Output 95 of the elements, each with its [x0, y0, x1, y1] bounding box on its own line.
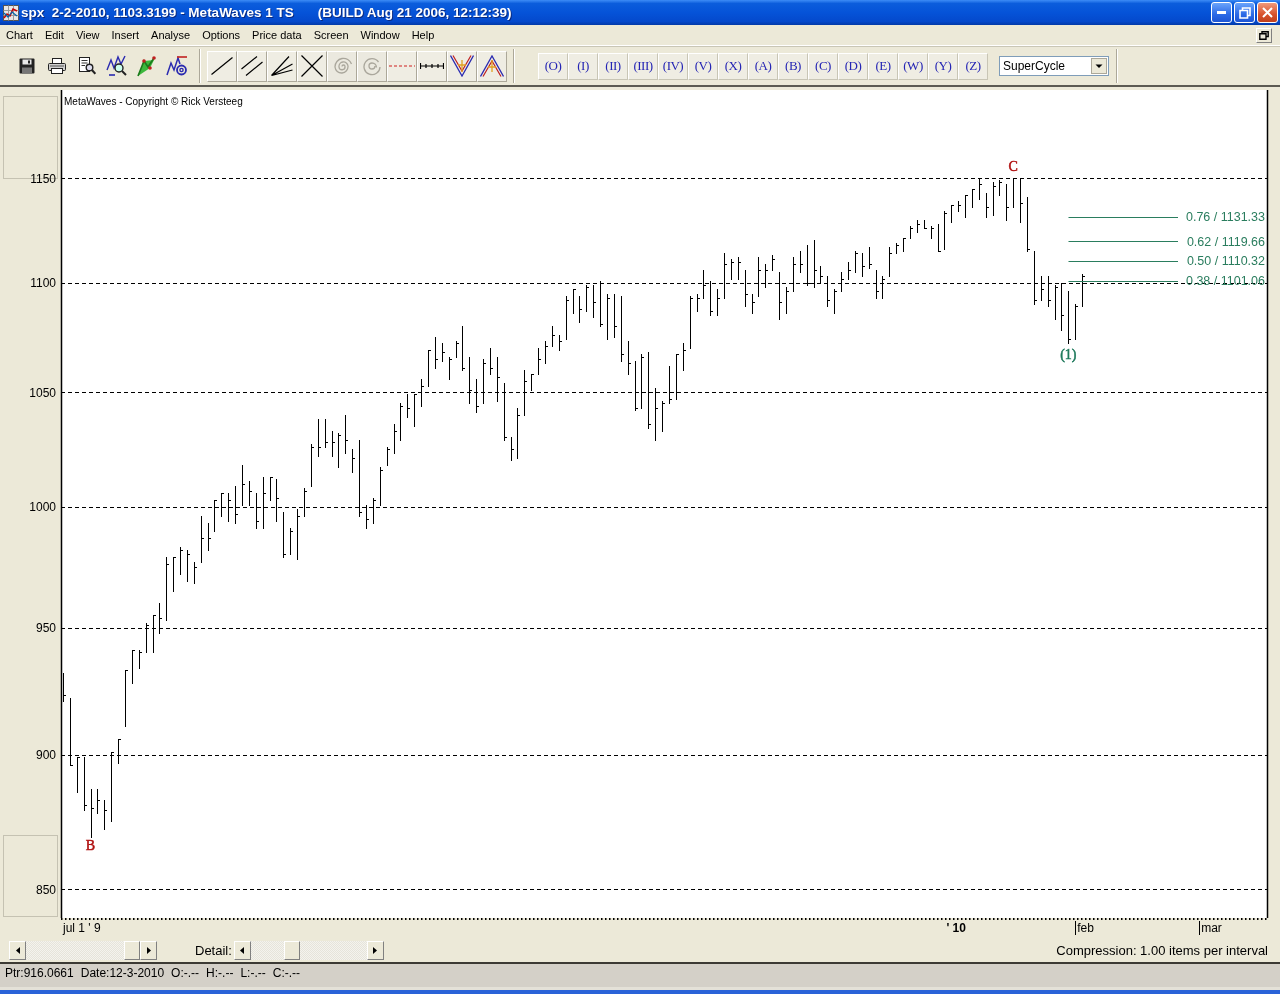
build-info: (BUILD Aug 21 2006, 12:12:39) [317, 5, 512, 20]
chart-points-icon [136, 55, 158, 77]
menu-item[interactable]: Help [405, 29, 441, 41]
status-text: H:-.-- [206, 966, 234, 980]
document-magnifier-icon [78, 57, 96, 75]
wave-label: C [1008, 159, 1018, 175]
y-axis-label: 1050 [29, 385, 56, 400]
wave-label-button[interactable]: (A) [748, 52, 778, 80]
minimize-icon [1217, 11, 1226, 14]
drawing-tool-button[interactable] [267, 50, 297, 82]
wave-label-button[interactable]: (C) [808, 52, 838, 80]
restore-icon [1238, 6, 1251, 19]
degree-dropdown[interactable]: SuperCycle [999, 56, 1109, 76]
menu-item[interactable]: Edit [38, 29, 70, 41]
x-axis-label: jul 1 ' 9 [63, 921, 101, 935]
wave-label-button[interactable]: (IV) [658, 52, 688, 80]
right-arrow-icon [373, 946, 378, 954]
right-arrow-icon [146, 946, 151, 954]
menu-item[interactable]: View [69, 29, 106, 41]
fibonacci-label: 0.50 / 1110.32 [1186, 254, 1265, 269]
wave-label-button[interactable]: (E) [868, 52, 898, 80]
v-lines-icon [450, 55, 474, 77]
wave-label-button[interactable]: (I) [568, 52, 598, 80]
x-axis-label: feb [1075, 920, 1094, 936]
wave-label-button[interactable]: (O) [538, 52, 568, 80]
menu-item[interactable]: Analyse [145, 29, 197, 41]
y-axis-label: 1100 [30, 276, 56, 291]
wave-label-button[interactable]: (B) [778, 52, 808, 80]
diagonal-line-icon [211, 57, 233, 75]
status-text: O:-.-- [171, 966, 200, 980]
dashed-line-icon [389, 65, 415, 67]
detail-label: Detail: [195, 942, 232, 958]
status-text: Ptr:916.0661 [5, 966, 74, 980]
restore-button[interactable] [1234, 2, 1255, 23]
menu-item[interactable]: Insert [105, 29, 146, 41]
printer-icon [48, 58, 66, 74]
menu-item[interactable]: Chart [0, 29, 39, 41]
fibonacci-label: 0.76 / 1131.33 [1186, 210, 1265, 225]
scroll-left-button[interactable] [9, 940, 26, 960]
restore-icon [1259, 30, 1269, 40]
left-arrow-icon [15, 946, 20, 954]
copyright-text: MetaWaves - Copyright © Rick Versteeg [64, 96, 243, 107]
inverted-v-lines-icon [480, 55, 504, 77]
fibonacci-label: 0.62 / 1119.66 [1186, 234, 1265, 249]
status-text: C:-.-- [272, 966, 301, 980]
status-text: L:-.-- [240, 966, 266, 980]
wave-label-button[interactable]: (Z) [958, 52, 988, 80]
drawing-tool-button[interactable] [297, 50, 327, 82]
wave-label: (1) [1060, 347, 1077, 363]
menu-item[interactable]: Window [354, 29, 406, 41]
cross-lines-icon [301, 55, 323, 77]
wave-label-button[interactable]: (V) [688, 52, 718, 80]
fan-lines-icon [271, 56, 293, 76]
parallel-lines-icon [241, 56, 263, 76]
wave-label-button[interactable]: (II) [598, 52, 628, 80]
status-text: Date:12-3-2010 [80, 966, 165, 980]
spiral-icon [332, 56, 352, 76]
app-icon [3, 4, 19, 21]
y-axis-label: 950 [35, 621, 56, 636]
chart-ring-icon [166, 55, 188, 77]
chart-magnifier-icon [106, 55, 128, 77]
minimize-button[interactable] [1211, 2, 1232, 23]
y-axis-label: 900 [35, 748, 56, 763]
y-axis-label: 1150 [30, 171, 56, 186]
drawing-tool-button[interactable] [237, 50, 267, 82]
x-axis-label: mar [1199, 920, 1222, 936]
window-title: spx 2-2-2010, 1103.3199 - MetaWaves 1 TS [21, 5, 294, 20]
drawing-tool-button[interactable] [417, 50, 447, 82]
scroll-right-button[interactable] [140, 940, 157, 960]
drawing-tool-button[interactable] [447, 50, 477, 82]
restore-child-button[interactable] [1256, 27, 1272, 43]
scrollbar-thumb[interactable] [283, 940, 300, 960]
wave-label-button[interactable]: (III) [628, 52, 658, 80]
wave-label-button[interactable]: (D) [838, 52, 868, 80]
drawing-tool-button[interactable] [477, 50, 507, 82]
wave-label-button[interactable]: (W) [898, 52, 928, 80]
wave-label-button[interactable]: (X) [718, 52, 748, 80]
close-icon [1262, 7, 1273, 18]
ruler-icon [420, 63, 444, 69]
menu-item[interactable]: Options [196, 29, 247, 41]
fibonacci-label: 0.38 / 1101.06 [1186, 274, 1265, 289]
left-arrow-icon [240, 946, 245, 954]
scroll-left-button[interactable] [233, 940, 251, 960]
wave-label-button[interactable]: (Y) [928, 52, 958, 80]
y-axis-label: 1000 [29, 500, 56, 515]
drawing-tool-button[interactable] [207, 50, 237, 82]
wave-label: B [85, 838, 96, 854]
circle-spiral-icon [362, 56, 382, 76]
menu-item[interactable]: Screen [307, 29, 355, 41]
x-axis-label: ' 10 [946, 921, 966, 935]
scrollbar-thumb[interactable] [124, 940, 140, 960]
close-button[interactable] [1257, 2, 1278, 23]
menu-item[interactable]: Price data [246, 29, 308, 41]
y-axis-label: 850 [35, 882, 56, 897]
compression-text: Compression: 1.00 items per interval [1056, 942, 1268, 958]
